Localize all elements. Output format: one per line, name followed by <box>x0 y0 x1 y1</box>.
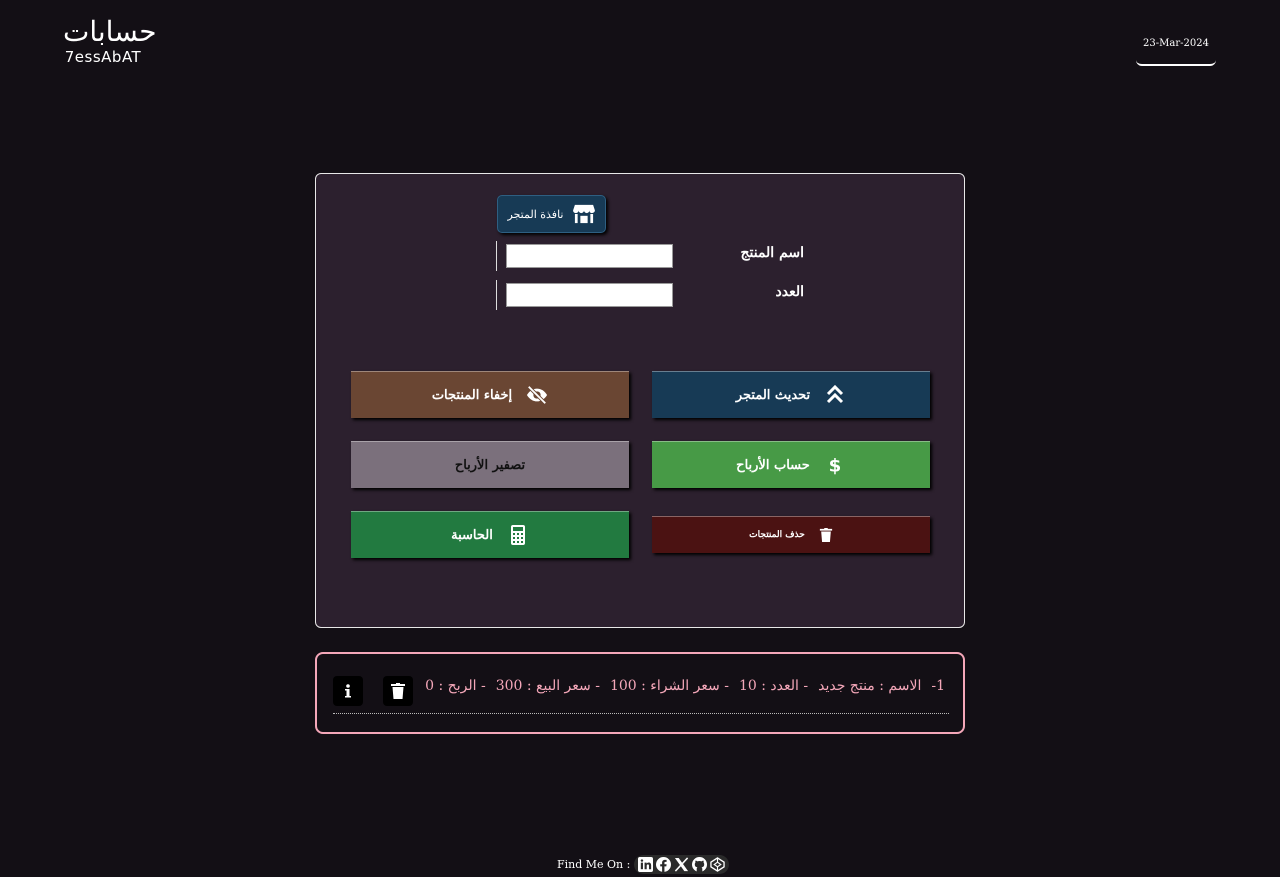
logo[interactable]: حسابات 7essAbAT <box>63 14 157 66</box>
quantity-label: العدد <box>775 284 805 300</box>
reset-profits-label: تصفير الأرباح <box>454 457 526 473</box>
social-links <box>634 854 730 874</box>
products-list: 1- الاسم : منتج جديد - العدد : 10 - سعر … <box>315 652 965 734</box>
store-panel: نافذة المتجر اسم المنتج العدد إخفاء المن… <box>315 173 965 628</box>
store-window-button[interactable]: نافذة المتجر <box>497 195 606 233</box>
hide-products-button[interactable]: إخفاء المنتجات <box>351 371 629 418</box>
info-icon <box>345 684 351 698</box>
divider <box>496 280 497 310</box>
footer: Find Me On : <box>557 852 730 876</box>
linkedin-icon[interactable] <box>638 856 654 872</box>
facebook-icon[interactable] <box>656 856 672 872</box>
product-name-input[interactable] <box>506 244 673 268</box>
product-quantity: - العدد : 10 <box>738 678 809 694</box>
codepen-icon[interactable] <box>710 856 726 872</box>
delete-products-button[interactable]: حذف المنتجات <box>652 516 930 553</box>
github-icon[interactable] <box>692 856 708 872</box>
store-window-label: نافذة المتجر <box>507 207 564 221</box>
trash-icon <box>391 683 405 699</box>
logo-arabic: حسابات <box>63 15 157 48</box>
info-button[interactable] <box>333 676 363 706</box>
eye-slash-icon <box>527 385 548 405</box>
calculate-profits-button[interactable]: حساب الأرباح $ <box>652 441 930 488</box>
svg-text:$: $ <box>828 455 841 475</box>
x-icon[interactable] <box>674 856 689 872</box>
date-display: 23-Mar-2024 <box>1136 38 1216 66</box>
reset-profits-button[interactable]: تصفير الأرباح <box>351 441 629 488</box>
product-details: 1- الاسم : منتج جديد - العدد : 10 - سعر … <box>425 678 945 694</box>
hide-products-label: إخفاء المنتجات <box>431 387 513 403</box>
delete-item-button[interactable] <box>383 676 413 706</box>
trash-icon <box>819 528 832 542</box>
divider <box>496 241 497 271</box>
product-index: 1- <box>931 678 945 694</box>
double-chevron-up-icon <box>827 385 844 404</box>
product-name-row: اسم المنتج <box>496 241 816 271</box>
product-name: الاسم : منتج جديد <box>818 678 922 694</box>
update-store-button[interactable]: تحديث المتجر <box>652 371 930 418</box>
product-sell-price: - سعر البيع : 300 <box>495 678 600 694</box>
quantity-row: العدد <box>496 280 816 310</box>
find-me-label: Find Me On : <box>557 857 631 871</box>
list-item: 1- الاسم : منتج جديد - العدد : 10 - سعر … <box>333 675 949 714</box>
update-store-label: تحديث المتجر <box>735 387 811 403</box>
dollar-icon: $ <box>828 455 841 475</box>
calculator-icon <box>510 525 525 545</box>
store-icon <box>573 204 596 224</box>
product-profit: - الربح : 0 <box>425 678 486 694</box>
product-buy-price: - سعر الشراء : 100 <box>609 678 729 694</box>
logo-latin: 7essAbAT <box>64 48 142 66</box>
product-name-label: اسم المنتج <box>740 245 804 261</box>
calculate-profits-label: حساب الأرباح <box>736 457 810 473</box>
calculator-button[interactable]: الحاسبة <box>351 511 629 558</box>
calculator-label: الحاسبة <box>451 527 493 543</box>
quantity-input[interactable] <box>506 283 673 307</box>
delete-products-label: حذف المنتجات <box>749 530 805 540</box>
